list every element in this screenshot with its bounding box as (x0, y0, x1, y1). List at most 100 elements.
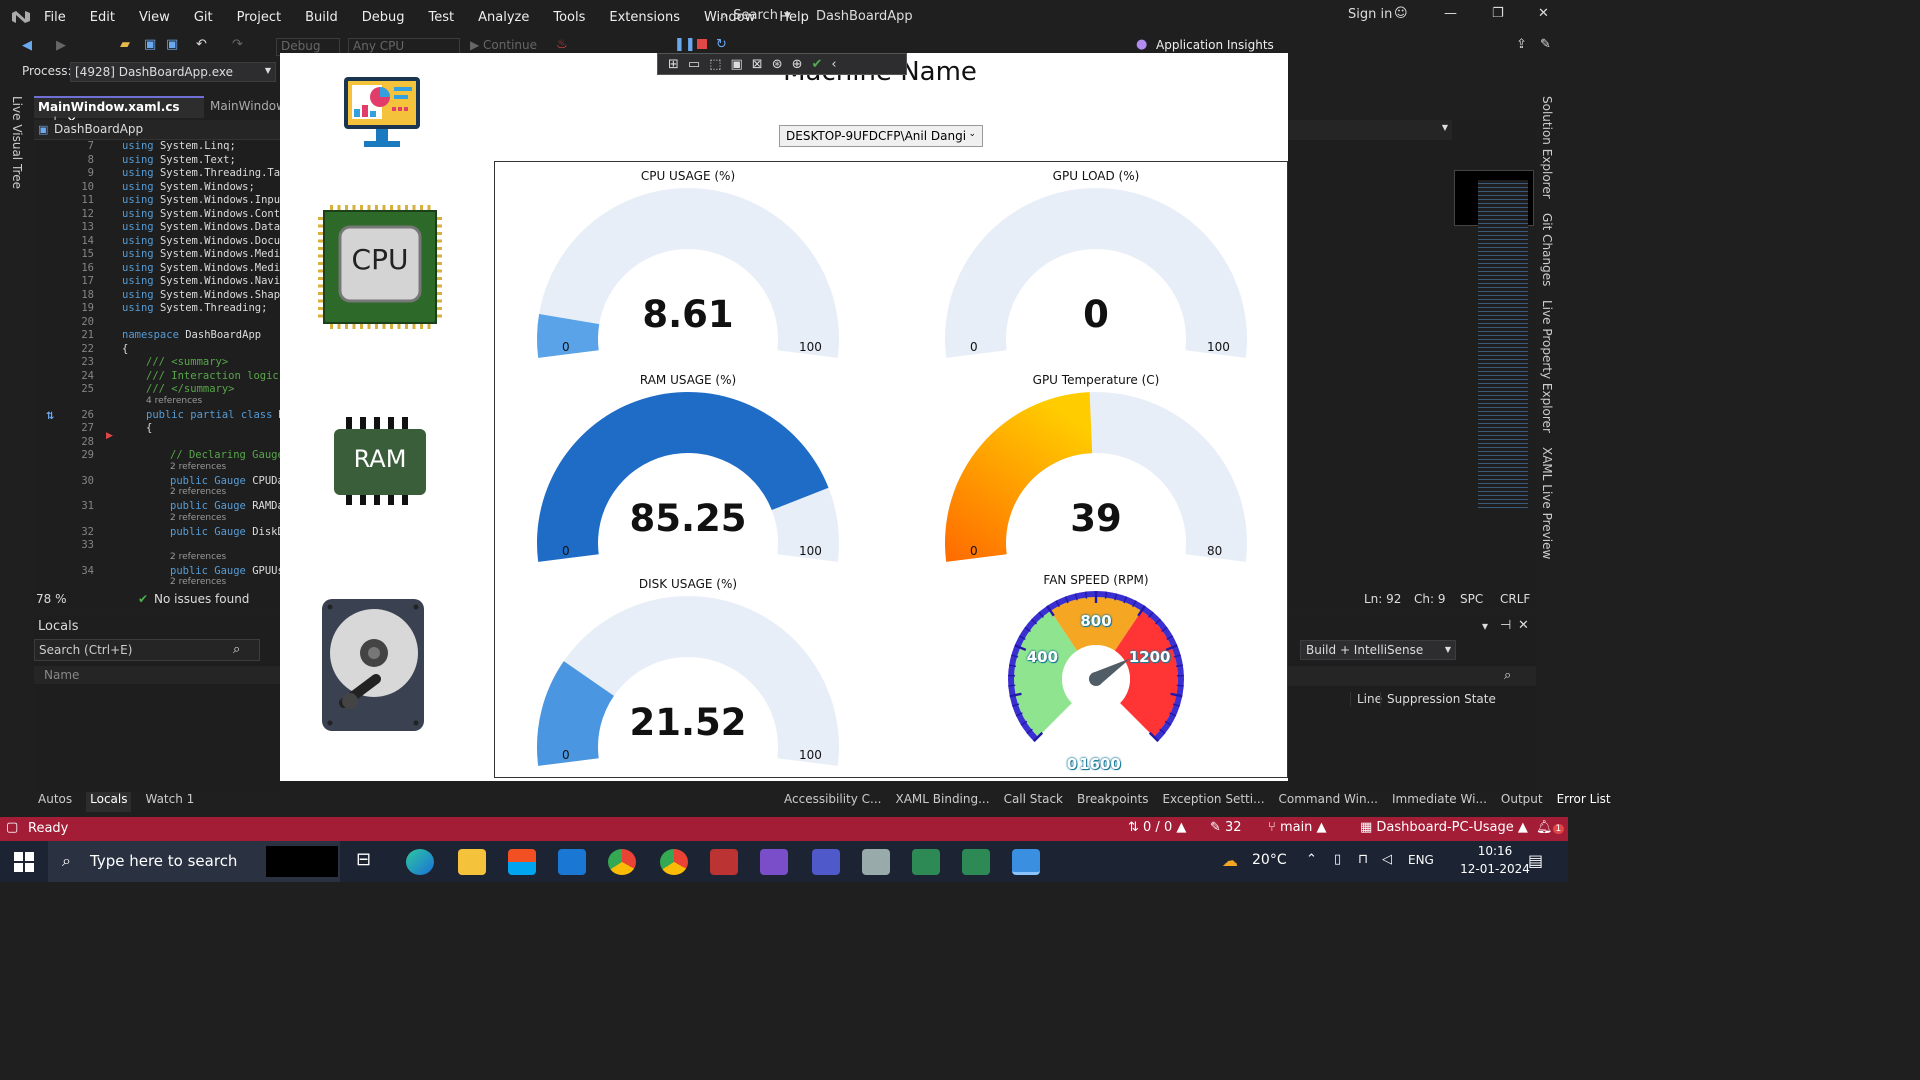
repo-icon[interactable]: ▦ Dashboard-PC-Usage ▲ (1360, 820, 1528, 835)
close-window-button[interactable]: ✕ (1538, 6, 1549, 21)
chrome-icon[interactable] (608, 849, 636, 875)
code-line[interactable]: 8 using System.Text; (34, 154, 236, 168)
stop-icon[interactable] (697, 39, 707, 49)
pencil-icon[interactable]: ✎ 32 (1210, 820, 1242, 835)
search-box[interactable]: ⌕ Search ▼ (720, 8, 791, 23)
device-icon[interactable]: ▯ (1334, 852, 1341, 867)
solution-explorer-tab[interactable]: Solution Explorer (1540, 96, 1554, 199)
accessibility-icon[interactable]: ⊕ (792, 57, 803, 72)
bottom-tab-0[interactable]: Accessibility C... (784, 792, 881, 812)
code-line[interactable]: 20 (34, 316, 122, 330)
pause-icon[interactable]: ❚❚ (674, 37, 696, 52)
member-dropdown[interactable]: ▼ (1288, 120, 1452, 140)
code-line[interactable]: 25 /// </summary> (34, 383, 234, 397)
code-line[interactable]: 16 using System.Windows.Media (34, 262, 286, 276)
visual-studio-logo-icon[interactable] (10, 7, 32, 27)
windows-start-icon[interactable] (14, 852, 34, 872)
tab-mainwindow[interactable]: MainWindow (210, 99, 286, 113)
bottom-tab-2[interactable]: Call Stack (1004, 792, 1063, 812)
bottom-tab-6[interactable]: Immediate Wi... (1392, 792, 1487, 812)
code-line[interactable]: 9 using System.Threading.Tas (34, 167, 287, 181)
collapse-toolbar-icon[interactable]: ‹ (831, 57, 836, 72)
undo-icon[interactable]: ↶ (196, 37, 207, 52)
dropdown-icon[interactable]: ▾ (1482, 619, 1488, 633)
machine-select-dropdown[interactable]: DESKTOP-9UFDCFP\Anil Dangi ⌄ (779, 125, 983, 147)
record-icon[interactable]: ▭ (688, 57, 700, 72)
column-suppression-state[interactable]: Suppression State (1380, 692, 1496, 706)
line-ending[interactable]: CRLF (1500, 592, 1530, 606)
feedback-icon[interactable]: ✎ (1540, 37, 1551, 52)
locals-search-input[interactable]: Search (Ctrl+E) ⌕ (34, 639, 260, 661)
live-property-explorer-tab[interactable]: Live Property Explorer (1540, 300, 1554, 433)
class-dropdown[interactable]: DashBoardApp (54, 122, 143, 136)
code-line[interactable]: 13 using System.Windows.Data; (34, 221, 286, 235)
code-line[interactable]: 17 using System.Windows.Navig (34, 275, 286, 289)
xaml-live-preview-tab[interactable]: XAML Live Preview (1540, 447, 1554, 559)
share-icon[interactable]: ⇪ (1516, 37, 1527, 52)
code-line[interactable]: 34 public Gauge GPUUs (34, 565, 283, 579)
volume-icon[interactable]: ◁ (1382, 852, 1392, 867)
git-changes-tab[interactable]: Git Changes (1540, 213, 1554, 286)
menu-item-analyze[interactable]: Analyze (478, 10, 529, 25)
code-line[interactable]: 23 /// <summary> (34, 356, 228, 370)
line-number[interactable]: Ln: 92 (1364, 592, 1401, 606)
locals-column-name[interactable]: Name (34, 666, 280, 684)
code-line[interactable]: 30 public Gauge CPUDa (34, 475, 283, 489)
menu-item-test[interactable]: Test (429, 10, 455, 25)
weather-icon[interactable]: ☁ (1222, 851, 1238, 870)
bottom-tab-5[interactable]: Command Win... (1279, 792, 1378, 812)
menu-item-file[interactable]: File (44, 10, 66, 25)
bottom-tab-1[interactable]: XAML Binding... (895, 792, 989, 812)
tab-autos[interactable]: Autos (34, 792, 76, 812)
menu-item-tools[interactable]: Tools (553, 10, 585, 25)
edge-browser-icon[interactable] (406, 849, 434, 875)
bottom-tab-8[interactable]: Error List (1557, 792, 1611, 812)
zoom-level[interactable]: 78 % (36, 592, 67, 606)
bottom-tab-3[interactable]: Breakpoints (1077, 792, 1148, 812)
save-all-icon[interactable]: ▣ (166, 37, 178, 52)
issues-status[interactable]: No issues found (154, 592, 249, 606)
code-line[interactable]: 21 namespace DashBoardApp (34, 329, 261, 343)
tab-mainwindow-xaml-cs[interactable]: MainWindow.xaml.cs ⊣ ✕ (34, 96, 204, 128)
weather-temp[interactable]: 20°C (1252, 852, 1287, 868)
tray-chevron-icon[interactable]: ⌃ (1306, 852, 1317, 867)
code-line[interactable]: 24 /// Interaction logic (34, 370, 278, 384)
notification-center-icon[interactable]: ▤ (1528, 851, 1543, 870)
forward-icon[interactable]: ▶ (56, 38, 66, 53)
app-window-icon[interactable] (912, 849, 940, 875)
code-line[interactable]: 22 { (34, 343, 128, 357)
tab-watch-1[interactable]: Watch 1 (141, 792, 198, 812)
menu-item-git[interactable]: Git (194, 10, 213, 25)
language-indicator[interactable]: ENG (1408, 853, 1434, 867)
search-icon[interactable]: ⌕ (1504, 668, 1511, 683)
error-search-bar[interactable]: ⌕ (1288, 666, 1536, 686)
code-lens-references[interactable]: 2 references (170, 552, 226, 566)
code-line[interactable]: 26public partial class M (34, 409, 285, 423)
code-line[interactable]: 32 public Gauge DiskD (34, 526, 283, 540)
code-line[interactable]: 11 using System.Windows.Input (34, 194, 286, 208)
pin-icon[interactable]: ⊣ (1500, 618, 1511, 633)
account-icon[interactable]: ☺ (1394, 6, 1408, 21)
code-lens-references[interactable]: 2 references (170, 577, 226, 591)
hot-reload-icon[interactable]: ♨ (556, 37, 568, 52)
branch-icon[interactable]: ⑂ main ▲ (1268, 820, 1327, 835)
code-line[interactable]: 15 using System.Windows.Media (34, 248, 286, 262)
save-icon[interactable]: ▣ (144, 37, 156, 52)
restore-button[interactable]: ❐ (1492, 6, 1504, 21)
taskbar-search-box[interactable]: ⌕ Type here to search (48, 841, 340, 882)
search-icon[interactable]: ⌕ (233, 642, 240, 657)
clock-time[interactable]: 10:16 (1460, 844, 1530, 858)
code-line[interactable]: 18 using System.Windows.Shape (34, 289, 286, 303)
bottom-tab-7[interactable]: Output (1501, 792, 1543, 812)
menu-item-build[interactable]: Build (305, 10, 338, 25)
code-lens-references[interactable]: 2 references (170, 487, 226, 501)
menu-item-debug[interactable]: Debug (362, 10, 405, 25)
menu-item-view[interactable]: View (139, 10, 170, 25)
whitespace-mode[interactable]: SPC (1460, 592, 1483, 606)
restart-icon[interactable]: ↻ (716, 37, 727, 52)
visual-studio-icon[interactable] (760, 849, 788, 875)
code-line[interactable]: 27 { (34, 422, 152, 436)
track-focus-icon[interactable]: ⊠ (752, 57, 763, 72)
code-line[interactable]: 29 // Declaring Gauge (34, 449, 283, 463)
minimize-button[interactable]: — (1444, 6, 1457, 21)
